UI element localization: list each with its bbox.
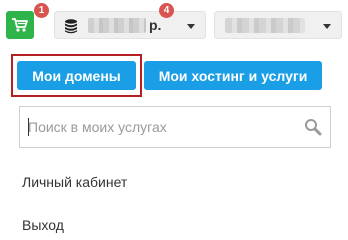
page: 1 р. 4 Мои домены Мои хостинг и услуги П…: [0, 0, 348, 240]
balance-dropdown[interactable]: р.: [54, 11, 206, 39]
search-box: [19, 106, 331, 148]
cart-count-badge: 1: [34, 3, 49, 18]
chevron-down-icon: [187, 24, 195, 29]
cart-icon: [12, 18, 28, 32]
tab-my-domains[interactable]: Мои домены: [17, 61, 136, 90]
search-icon[interactable]: [304, 118, 322, 136]
nav-link-personal-cabinet[interactable]: Личный кабинет: [22, 174, 127, 190]
nav-link-logout[interactable]: Выход: [22, 217, 64, 233]
cart-button[interactable]: [6, 11, 34, 39]
user-dropdown[interactable]: [214, 11, 342, 39]
username-redacted: [225, 18, 305, 33]
coins-icon: [65, 19, 77, 34]
top-bar: 1 р. 4: [0, 0, 348, 48]
balance-amount-redacted: [88, 18, 146, 33]
balance-notification-badge: 4: [159, 3, 174, 18]
text-cursor: [28, 118, 29, 136]
chevron-down-icon: [323, 24, 331, 29]
balance-currency: р.: [149, 17, 162, 33]
tab-my-hosting-services[interactable]: Мои хостинг и услуги: [144, 61, 322, 90]
search-input[interactable]: [20, 107, 296, 147]
